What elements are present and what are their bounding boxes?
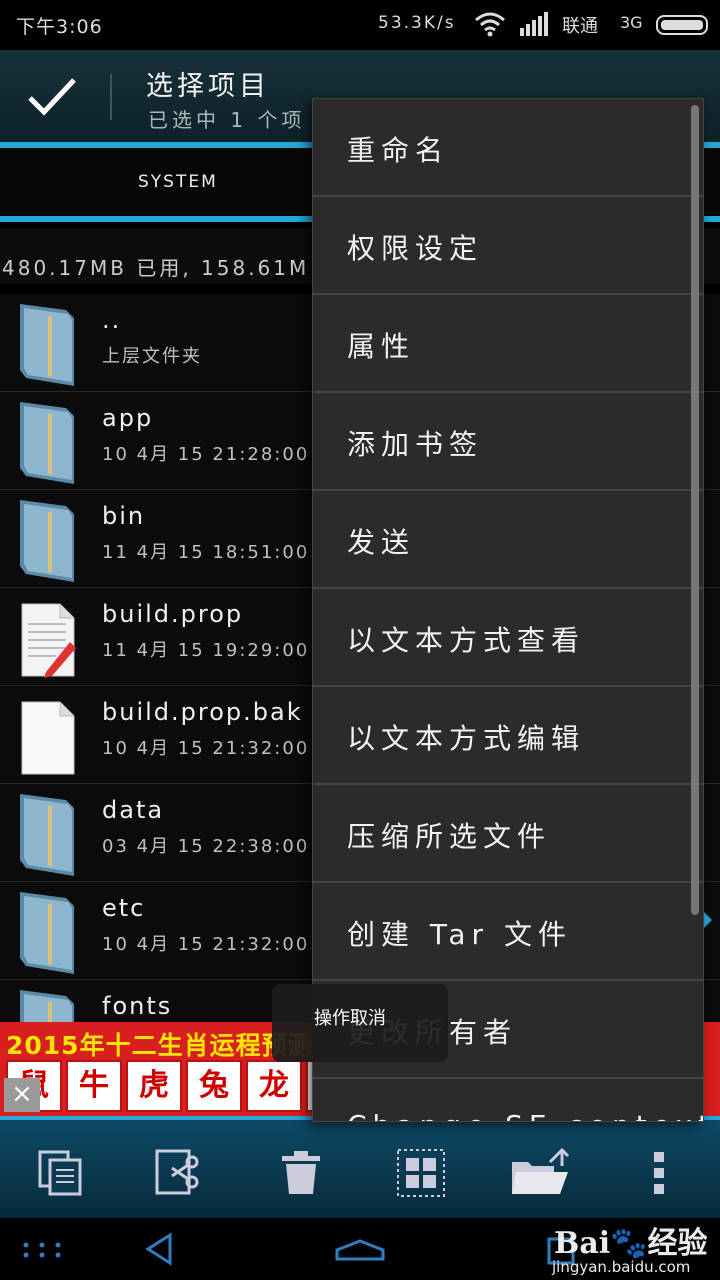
storage-usage-text: 480.17MB 已用, 158.61M: [2, 256, 310, 280]
folder-icon: [20, 402, 74, 484]
signal-icon: [520, 12, 548, 36]
ad-zodiac-tile: 虎: [126, 1060, 182, 1112]
menu-item-label: 压缩所选文件: [347, 820, 552, 853]
file-meta: 03 4月 15 22:38:00: [102, 836, 310, 857]
tab-system[interactable]: SYSTEM: [138, 172, 218, 192]
menu-item-label: 以文本方式编辑: [347, 722, 586, 755]
ad-close-button[interactable]: ×: [4, 1078, 40, 1112]
file-name: fonts: [102, 992, 173, 1020]
home-icon[interactable]: [334, 1238, 386, 1262]
menu-dots-icon[interactable]: [22, 1242, 62, 1258]
file-meta: 10 4月 15 21:32:00: [102, 934, 310, 955]
status-time: 下午3:06: [16, 16, 103, 38]
menu-item-label: 创建 Tar 文件: [347, 918, 572, 951]
file-name: build.prop.bak: [102, 698, 303, 726]
copy-icon[interactable]: [36, 1148, 86, 1198]
folder-icon: [20, 990, 74, 1024]
menu-item-change-se-context[interactable]: Change SE context: [313, 1079, 703, 1121]
folder-icon: [20, 794, 74, 876]
menu-item-add-bookmark[interactable]: 添加书签: [313, 393, 703, 491]
menu-item-rename[interactable]: 重命名: [313, 99, 703, 197]
ad-title: 2015年十二生肖运程预测: [6, 1031, 314, 1060]
ad-zodiac-tile: 兔: [186, 1060, 242, 1112]
file-meta: 上层文件夹: [102, 346, 202, 367]
folder-icon: [20, 500, 74, 582]
text-file-icon: [21, 603, 76, 678]
folder-icon: [20, 892, 74, 974]
status-network-type: 3G: [620, 13, 643, 32]
menu-item-create-tar[interactable]: 创建 Tar 文件: [313, 883, 703, 981]
file-name: data: [102, 796, 165, 824]
cut-icon[interactable]: [154, 1148, 204, 1198]
action-bar-subtitle: 已选中 1 个项: [148, 108, 306, 132]
menu-item-view-as-text[interactable]: 以文本方式查看: [313, 589, 703, 687]
menu-item-compress[interactable]: 压缩所选文件: [313, 785, 703, 883]
menu-scrollbar[interactable]: [691, 105, 699, 915]
select-all-icon[interactable]: [396, 1148, 446, 1198]
file-meta: 10 4月 15 21:28:00: [102, 444, 310, 465]
menu-item-label: 权限设定: [347, 232, 484, 265]
battery-icon: [656, 15, 708, 35]
file-name: etc: [102, 894, 146, 922]
action-bar-divider: [110, 74, 112, 120]
file-icon: [21, 701, 75, 775]
status-network-speed: 53.3K/s: [378, 13, 456, 33]
folder-icon: [20, 304, 74, 386]
ad-zodiac-tile: 龙: [246, 1060, 302, 1112]
wifi-icon: [475, 12, 505, 37]
menu-item-properties[interactable]: 属性: [313, 295, 703, 393]
delete-icon[interactable]: [276, 1148, 326, 1198]
file-meta: 11 4月 15 19:29:00: [102, 640, 310, 661]
watermark-logo-text: Bai🐾经验: [554, 1226, 708, 1261]
action-bar-title: 选择项目: [146, 71, 270, 102]
move-folder-icon[interactable]: [510, 1148, 572, 1198]
menu-item-edit-as-text[interactable]: 以文本方式编辑: [313, 687, 703, 785]
menu-item-label: 发送: [347, 526, 416, 559]
back-icon[interactable]: [144, 1232, 174, 1266]
file-name: build.prop: [102, 600, 244, 628]
menu-item-label: 以文本方式查看: [347, 624, 586, 657]
file-name: ..: [102, 306, 122, 334]
toast-message: 操作取消: [272, 984, 448, 1062]
file-meta: 11 4月 15 18:51:00: [102, 542, 310, 563]
status-bar: 下午3:06 53.3K/s 联通 3G: [0, 0, 720, 50]
context-menu: 重命名 权限设定 属性 添加书签 发送 以文本方式查看 以文本方式编辑 压缩所选…: [312, 98, 704, 1122]
menu-item-permissions[interactable]: 权限设定: [313, 197, 703, 295]
baidu-jingyan-watermark: Bai🐾经验 jingyan.baidu.com: [548, 1216, 718, 1280]
menu-item-label: 添加书签: [347, 428, 484, 461]
file-name: app: [102, 404, 154, 432]
menu-item-send[interactable]: 发送: [313, 491, 703, 589]
status-carrier: 联通: [562, 16, 598, 37]
watermark-url: jingyan.baidu.com: [552, 1258, 691, 1276]
more-icon[interactable]: [650, 1148, 670, 1198]
done-check-icon[interactable]: [26, 72, 78, 122]
menu-item-label: 重命名: [347, 134, 450, 167]
file-meta: 10 4月 15 21:32:00: [102, 738, 310, 759]
file-name: bin: [102, 502, 146, 530]
ad-zodiac-tile: 牛: [66, 1060, 122, 1112]
menu-item-label: Change SE context: [347, 1109, 703, 1121]
toast-text: 操作取消: [314, 1008, 386, 1029]
menu-item-label: 属性: [347, 330, 416, 363]
bottom-toolbar: [0, 1116, 720, 1218]
